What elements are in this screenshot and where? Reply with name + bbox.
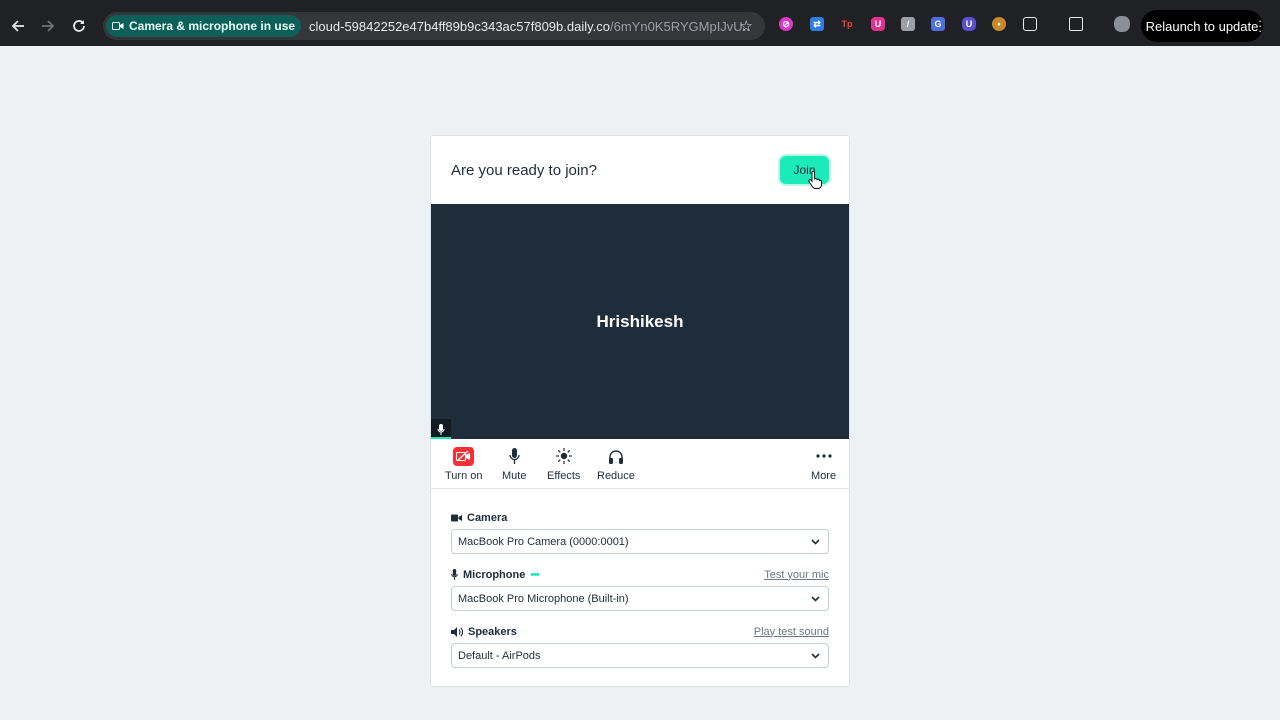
microphone-label: Microphone bbox=[463, 568, 526, 581]
camera-off-icon bbox=[453, 446, 475, 466]
effects-label: Effects bbox=[547, 470, 581, 482]
media-controls: Turn on Mute Effects Reduce More bbox=[431, 439, 849, 489]
chevron-down-icon bbox=[811, 595, 820, 602]
microphone-select[interactable]: MacBook Pro Microphone (Built-in) bbox=[451, 586, 829, 611]
speakers-select-value: Default - AirPods bbox=[458, 649, 541, 662]
video-preview: Hrishikesh bbox=[431, 204, 849, 439]
mic-level-dots: ••• bbox=[530, 568, 540, 581]
video-camera-icon bbox=[112, 22, 124, 30]
camera-select[interactable]: MacBook Pro Camera (0000:0001) bbox=[451, 529, 829, 554]
reduce-noise-button[interactable]: Reduce bbox=[597, 446, 635, 482]
mute-button[interactable]: Mute bbox=[502, 446, 526, 482]
camera-label: Camera bbox=[467, 511, 508, 524]
extension-compass-icon[interactable]: ⊘ bbox=[779, 17, 793, 31]
url-text[interactable]: cloud-59842252e47b4ff89b9c343ac57f809b.d… bbox=[309, 19, 751, 34]
camera-chip-label: Camera & microphone in use bbox=[129, 19, 296, 33]
extension-notes-icon[interactable]: / bbox=[901, 17, 915, 31]
turn-on-label: Turn on bbox=[445, 470, 483, 482]
prejoin-card: Are you ready to join? Join Hrishikesh T… bbox=[430, 135, 850, 687]
test-mic-link[interactable]: Test your mic bbox=[764, 569, 829, 581]
more-label: More bbox=[811, 470, 837, 482]
extension-privacy-icon[interactable]: U bbox=[962, 17, 976, 31]
arrow-left-icon bbox=[11, 20, 24, 32]
back-button[interactable] bbox=[3, 11, 33, 41]
device-settings: Camera MacBook Pro Camera (0000:0001) Mi… bbox=[431, 489, 849, 668]
extensions-puzzle-icon[interactable] bbox=[1023, 17, 1037, 31]
microphone-select-value: MacBook Pro Microphone (Built-in) bbox=[458, 592, 629, 605]
more-button[interactable]: More bbox=[811, 446, 836, 482]
turn-on-camera-button[interactable]: Turn on bbox=[445, 446, 483, 482]
microphone-icon bbox=[509, 448, 520, 464]
extension-shield-icon[interactable]: U bbox=[871, 17, 885, 31]
headphones-icon bbox=[608, 449, 623, 464]
speakers-label: Speakers bbox=[468, 625, 517, 638]
play-test-sound-link[interactable]: Play test sound bbox=[754, 626, 829, 638]
mute-label: Mute bbox=[502, 470, 527, 482]
reload-button[interactable] bbox=[64, 11, 94, 41]
more-icon bbox=[815, 454, 832, 458]
reading-mode-icon[interactable] bbox=[1069, 17, 1083, 31]
reload-icon bbox=[73, 20, 85, 32]
microphone-field: Microphone ••• Test your mic MacBook Pro… bbox=[451, 566, 829, 611]
camera-select-value: MacBook Pro Camera (0000:0001) bbox=[458, 535, 629, 548]
address-bar[interactable]: Camera & microphone in use cloud-5984225… bbox=[103, 12, 765, 40]
extension-tp-icon[interactable]: Tp bbox=[840, 17, 854, 31]
video-camera-icon bbox=[451, 514, 462, 521]
browser-toolbar: Camera & microphone in use cloud-5984225… bbox=[0, 0, 1280, 46]
microphone-icon bbox=[437, 423, 445, 435]
card-title: Are you ready to join? bbox=[451, 161, 597, 179]
chevron-down-icon bbox=[811, 652, 820, 659]
arrow-right-icon bbox=[42, 20, 55, 32]
camera-in-use-chip[interactable]: Camera & microphone in use bbox=[106, 15, 302, 37]
chevron-down-icon bbox=[811, 538, 820, 545]
mic-level-indicator bbox=[431, 419, 451, 439]
url-main: cloud-59842252e47b4ff89b9c343ac57f809b.d… bbox=[309, 18, 610, 34]
browser-menu-icon[interactable]: · · · bbox=[1258, 14, 1264, 37]
extension-translate-icon[interactable]: ⇄ bbox=[810, 17, 824, 31]
participant-name: Hrishikesh bbox=[596, 311, 684, 331]
sparkle-icon bbox=[555, 448, 572, 464]
speakers-select[interactable]: Default - AirPods bbox=[451, 643, 829, 668]
extension-cookie-icon[interactable]: • bbox=[992, 17, 1006, 31]
forward-button[interactable] bbox=[33, 11, 63, 41]
speakers-field: Speakers Play test sound Default - AirPo… bbox=[451, 623, 829, 668]
card-header: Are you ready to join? Join bbox=[431, 136, 849, 204]
bookmark-star-icon[interactable]: ☆ bbox=[740, 17, 753, 35]
profile-avatar[interactable] bbox=[1114, 16, 1130, 32]
extension-translator-icon[interactable]: G bbox=[931, 17, 945, 31]
url-rest: /6mYn0K5RYGMpIJvU... bbox=[610, 18, 752, 34]
camera-field: Camera MacBook Pro Camera (0000:0001) bbox=[451, 509, 829, 554]
effects-button[interactable]: Effects bbox=[547, 446, 580, 482]
microphone-icon bbox=[451, 569, 458, 580]
reduce-label: Reduce bbox=[597, 470, 635, 482]
hand-cursor-icon bbox=[808, 171, 822, 189]
relaunch-button[interactable]: Relaunch to update bbox=[1141, 10, 1263, 42]
speaker-icon bbox=[451, 626, 463, 637]
